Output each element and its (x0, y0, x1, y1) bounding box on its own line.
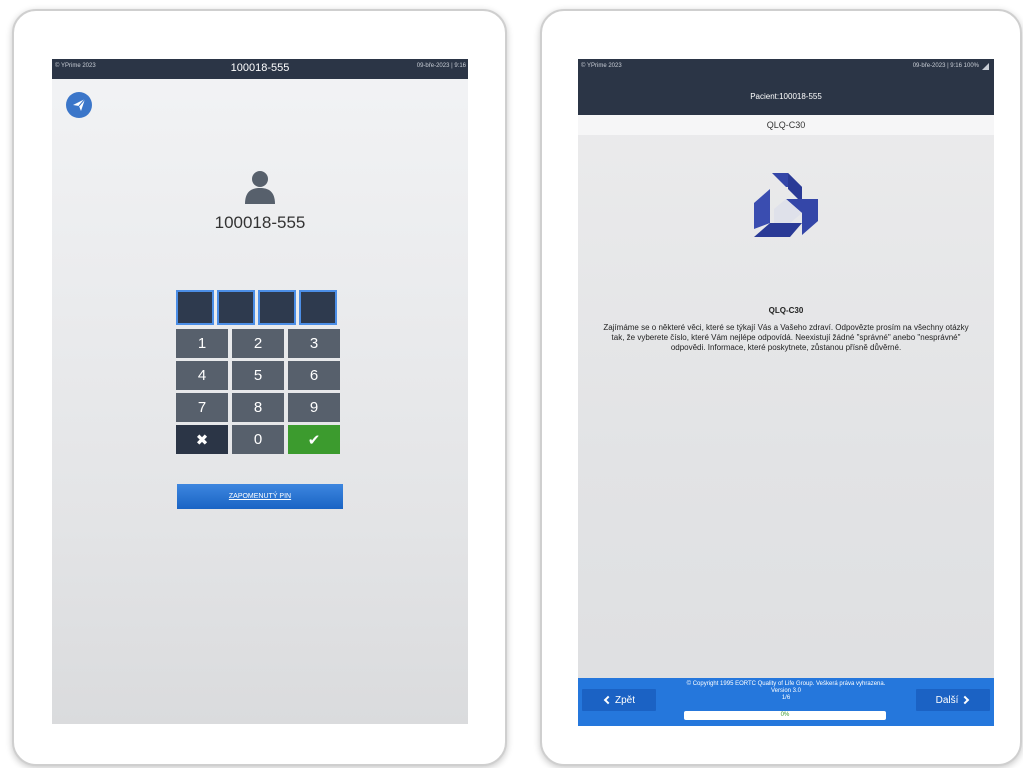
key-6[interactable]: 6 (288, 361, 340, 390)
signal-icon (982, 63, 989, 70)
login-screen: © YPrime 2023 100018-555 09-bře-2023 | 9… (52, 59, 468, 724)
person-icon (245, 171, 275, 204)
questionnaire-logo (754, 173, 818, 237)
back-button[interactable]: Zpět (582, 689, 656, 711)
user-id: 100018-555 (214, 213, 306, 232)
back-label: Zpět (614, 694, 635, 706)
chevron-left-icon (603, 695, 613, 705)
tablet-left: © YPrime 2023 100018-555 09-bře-2023 | 9… (12, 9, 507, 766)
key-8[interactable]: 8 (232, 393, 284, 422)
key-2[interactable]: 2 (232, 329, 284, 358)
key-3[interactable]: 3 (288, 329, 340, 358)
key-9[interactable]: 9 (288, 393, 340, 422)
chevron-right-icon (961, 695, 970, 705)
next-label: Další (935, 694, 959, 706)
keypad: 1 2 3 4 5 6 7 8 9 ✖ 0 ✔ (176, 329, 340, 454)
tablet-right: © YPrime 2023 09-bře-2023 | 9:16 100% Pa… (540, 9, 1022, 766)
submit-pin-button[interactable]: ✔ (288, 425, 340, 454)
send-icon[interactable] (66, 92, 92, 118)
pin-display (176, 290, 337, 325)
key-4[interactable]: 4 (176, 361, 228, 390)
content-title: QLQ-C30 (768, 306, 804, 315)
header-bar: © YPrime 2023 09-bře-2023 | 9:16 100% Pa… (578, 59, 994, 115)
progress-text: 0% (780, 712, 790, 718)
key-0[interactable]: 0 (232, 425, 284, 454)
copyright-corner: © YPrime 2023 (581, 63, 622, 69)
status-title: 100018-555 (230, 62, 290, 74)
copyright-text: © Copyright 1995 EORTC Quality of Life G… (686, 681, 886, 694)
key-5[interactable]: 5 (232, 361, 284, 390)
pin-digit-box (217, 290, 255, 325)
checkmark-icon: ✔ (307, 431, 321, 449)
content-text: Zajímáme se o některé věci, které se týk… (603, 323, 969, 352)
progress-bar: 0% (684, 711, 886, 720)
pin-digit-box (258, 290, 296, 325)
patient-label: Pacient:100018-555 (750, 92, 822, 101)
next-button[interactable]: Další (916, 689, 990, 711)
close-icon: ✖ (195, 431, 209, 449)
status-datetime: 09-bře-2023 | 9:16 100% (912, 63, 979, 69)
questionnaire-name: QLQ-C30 (578, 115, 994, 135)
pin-digit-box (299, 290, 337, 325)
pin-digit-box (176, 290, 214, 325)
clear-button[interactable]: ✖ (176, 425, 228, 454)
status-bar: © YPrime 2023 100018-555 09-bře-2023 | 9… (52, 59, 468, 79)
forgot-pin-button[interactable]: ZAPOMENUTÝ PIN (177, 484, 343, 509)
key-7[interactable]: 7 (176, 393, 228, 422)
footer: Zpět © Copyright 1995 EORTC Quality of L… (578, 678, 994, 726)
questionnaire-screen: © YPrime 2023 09-bře-2023 | 9:16 100% Pa… (578, 59, 994, 726)
page-indicator: 1/6 (781, 695, 791, 701)
key-1[interactable]: 1 (176, 329, 228, 358)
copyright-notice: © Copyright 1995 EORTC Quality of Life G… (678, 681, 894, 702)
status-datetime: 09-bře-2023 | 9:16 (416, 63, 466, 69)
